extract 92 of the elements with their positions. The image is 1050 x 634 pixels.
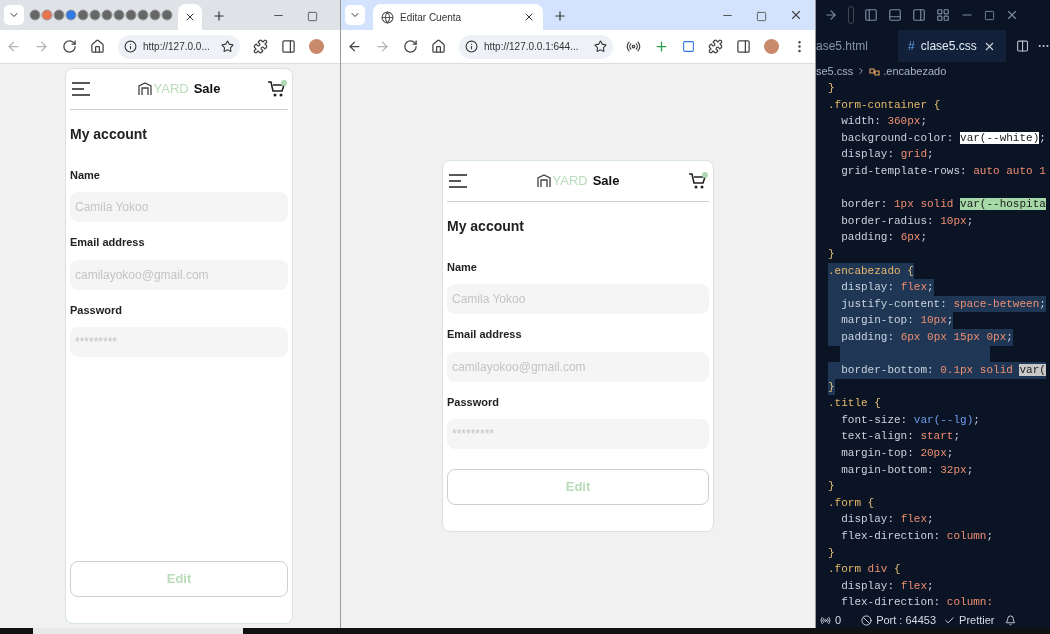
code-line: padding: 6px; <box>840 230 928 246</box>
code-line: width: 360px; <box>840 114 928 130</box>
code-line: font-size: var(--lg); <box>840 412 980 428</box>
logo-text: YARD <box>153 80 189 98</box>
code-line: display: grid; <box>840 147 934 163</box>
symbol-icon <box>869 65 881 77</box>
page-title: My account <box>70 124 148 144</box>
maximize-icon[interactable] <box>756 11 767 22</box>
page-title: My account <box>447 216 525 236</box>
code-line: border: 1px solid var(--hospita <box>840 197 1046 213</box>
code-line: .title { <box>828 396 881 412</box>
info-icon <box>124 40 137 53</box>
breadcrumb-item[interactable]: .encabezado <box>883 62 947 80</box>
field-label: Name <box>447 259 478 275</box>
code-line: } <box>828 545 835 561</box>
code-line: display: flex; <box>840 578 934 594</box>
garage-icon <box>137 81 152 96</box>
forward-icon[interactable] <box>824 8 838 22</box>
code-line: display: flex; <box>840 512 934 528</box>
code-line: flex-direction: column: <box>840 595 994 611</box>
logo-text: Sale <box>592 172 620 190</box>
layout-icon[interactable] <box>888 8 902 22</box>
garage-icon <box>536 173 551 188</box>
field-label: Name <box>70 167 101 183</box>
code-line: border-radius: 10px; <box>840 213 974 229</box>
globe-icon <box>381 10 394 24</box>
address-bar[interactable]: http://127.0.0.1:644... <box>459 34 613 59</box>
extension-icon[interactable] <box>682 40 695 53</box>
reload-icon[interactable] <box>403 39 418 54</box>
reload-icon[interactable] <box>62 39 77 54</box>
profile-avatar[interactable] <box>309 39 324 54</box>
star-icon <box>221 40 234 53</box>
breadcrumb-item[interactable]: se5.css <box>816 62 854 80</box>
field-label: Email address <box>447 327 523 342</box>
field-label: Password <box>447 394 500 410</box>
menu-icon[interactable] <box>71 80 91 97</box>
home-icon[interactable] <box>90 39 105 54</box>
side-panel-icon[interactable] <box>736 39 751 54</box>
back-icon[interactable] <box>347 39 362 54</box>
close-icon[interactable] <box>1005 8 1019 22</box>
cart-icon[interactable] <box>267 79 287 98</box>
profile-avatar[interactable] <box>764 39 779 54</box>
favicon-row-icon[interactable] <box>28 8 174 22</box>
code-line: text-align: start; <box>840 429 961 445</box>
new-tab-icon[interactable] <box>553 9 567 23</box>
code-line: background-color: var(--white); <box>840 130 1046 146</box>
code-line: flex-direction: column; <box>840 529 994 545</box>
field-label: Email address <box>70 235 146 250</box>
input-field[interactable]: ********* <box>70 327 288 357</box>
code-line: grid-template-rows: auto auto 1 <box>840 163 1046 179</box>
info-icon <box>465 40 478 53</box>
maximize-icon[interactable] <box>984 9 995 21</box>
extensions-icon[interactable] <box>253 39 268 54</box>
input-field[interactable]: ********* <box>447 419 709 449</box>
layout-icon[interactable] <box>936 8 950 22</box>
home-icon[interactable] <box>431 39 446 54</box>
browser-tab[interactable]: Editar Cuenta <box>373 4 543 30</box>
layout-icon[interactable] <box>912 8 926 22</box>
logo-text: YARD <box>552 172 588 190</box>
code-line: .form div { <box>828 562 901 578</box>
notification-icon[interactable] <box>1004 614 1016 626</box>
code-line: .form-container { <box>828 97 941 113</box>
logo-text: Sale <box>193 80 221 98</box>
editor-tab[interactable]: # clase5.css <box>898 30 1006 62</box>
cart-icon[interactable] <box>688 171 708 190</box>
side-panel-icon[interactable] <box>281 39 296 54</box>
code-line: margin-top: 20px; <box>840 446 954 462</box>
status-item[interactable]: Prettier <box>959 611 995 629</box>
status-item[interactable]: Port : 64453 <box>876 611 937 629</box>
code-line: } <box>828 81 835 96</box>
new-tab-icon[interactable] <box>212 9 226 23</box>
layout-icon[interactable] <box>864 8 878 22</box>
menu-icon[interactable] <box>448 172 468 189</box>
status-item[interactable]: 0 <box>835 611 842 629</box>
code-line: } <box>828 246 835 262</box>
maximize-icon[interactable] <box>307 11 318 22</box>
star-icon <box>594 40 607 53</box>
close-icon <box>184 11 196 23</box>
port-icon <box>861 614 873 626</box>
address-bar[interactable]: http://127.0.0... <box>118 34 240 59</box>
editor-tab[interactable]: ase5.html <box>816 30 873 62</box>
close-icon[interactable] <box>789 8 803 22</box>
split-editor-icon[interactable] <box>1015 39 1029 53</box>
extension-icon[interactable] <box>626 39 641 54</box>
check-icon <box>944 614 956 626</box>
code-line: .form { <box>828 495 875 511</box>
close-icon <box>523 11 535 23</box>
extensions-icon[interactable] <box>708 39 723 54</box>
field-label: Password <box>70 302 123 318</box>
ports-icon[interactable] <box>820 614 831 626</box>
code-line: margin-bottom: 32px; <box>840 462 974 478</box>
code-line: } <box>828 479 835 495</box>
